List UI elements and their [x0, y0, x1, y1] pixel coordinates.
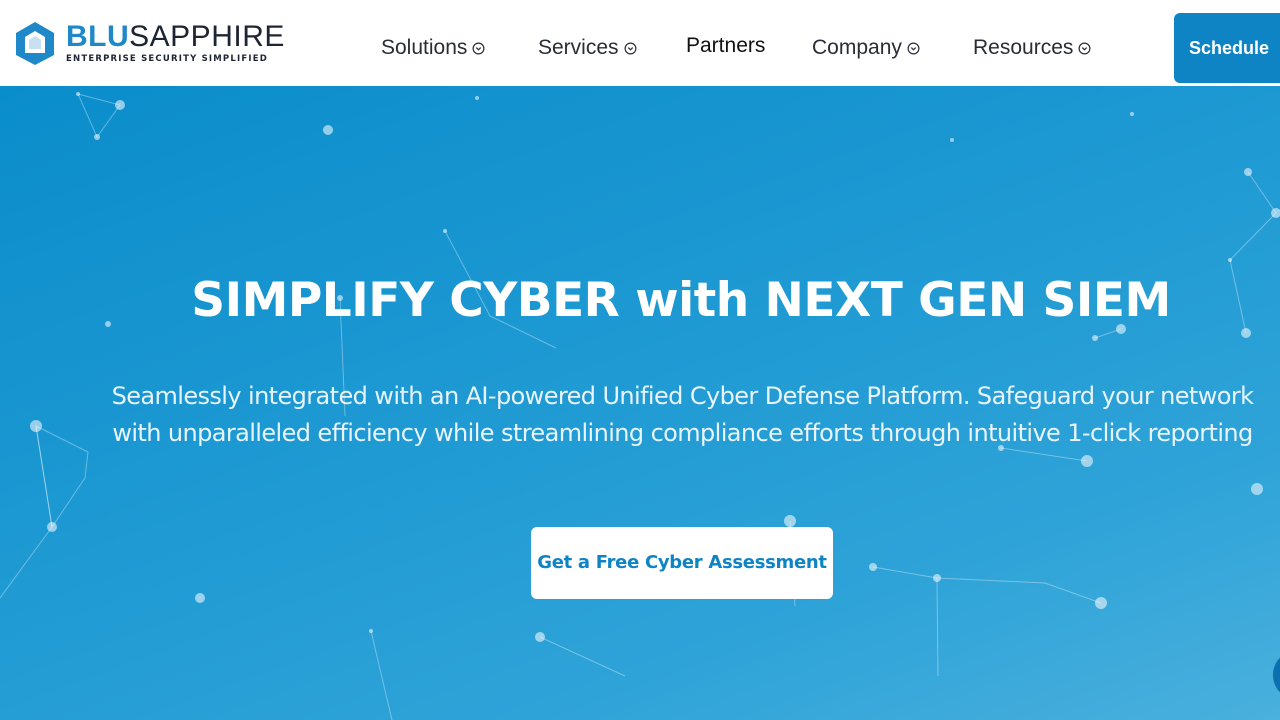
brand-name-highlight: BLU: [66, 20, 130, 53]
nav-item-services[interactable]: Services: [538, 36, 637, 60]
hero-title: SIMPLIFY CYBER with NEXT GEN SIEM: [191, 273, 1171, 329]
chevron-down-circle-icon: [907, 42, 920, 54]
nav-item-partners[interactable]: Partners: [686, 34, 765, 58]
brand-name-rest: SAPPHIRE: [129, 20, 285, 53]
brand-text: BLUSAPPHIRE ENTERPRISE SECURITY SIMPLIFI…: [66, 22, 285, 65]
brand-tagline: ENTERPRISE SECURITY SIMPLIFIED: [66, 54, 268, 64]
nav-item-label: Solutions: [381, 36, 468, 59]
brand-logo[interactable]: BLUSAPPHIRE ENTERPRISE SECURITY SIMPLIFI…: [12, 20, 285, 66]
nav-item-resources[interactable]: Resources: [973, 36, 1091, 60]
chevron-down-circle-icon: [472, 42, 485, 54]
schedule-button[interactable]: Schedule: [1174, 13, 1280, 83]
sapphire-logo-icon: [16, 22, 54, 65]
chevron-down-circle-icon: [624, 42, 637, 54]
nav-item-label: Company: [812, 36, 902, 59]
hero-subtitle: Seamlessly integrated with an AI-powered…: [111, 382, 1254, 447]
nav-item-label: Partners: [686, 34, 766, 57]
nav-item-label: Resources: [973, 36, 1074, 59]
chevron-down-circle-icon: [1078, 42, 1091, 54]
brand-name: BLUSAPPHIRE: [66, 22, 285, 52]
page: BLUSAPPHIRE ENTERPRISE SECURITY SIMPLIFI…: [0, 0, 1280, 720]
hero-section: SIMPLIFY CYBER with NEXT GEN SIEM Seamle…: [0, 86, 1280, 720]
nav-item-solutions[interactable]: Solutions: [381, 36, 485, 60]
nav-item-company[interactable]: Company: [812, 36, 920, 60]
free-assessment-button[interactable]: Get a Free Cyber Assessment: [531, 527, 833, 599]
site-header: BLUSAPPHIRE ENTERPRISE SECURITY SIMPLIFI…: [0, 0, 1280, 86]
nav-item-label: Services: [538, 36, 619, 59]
